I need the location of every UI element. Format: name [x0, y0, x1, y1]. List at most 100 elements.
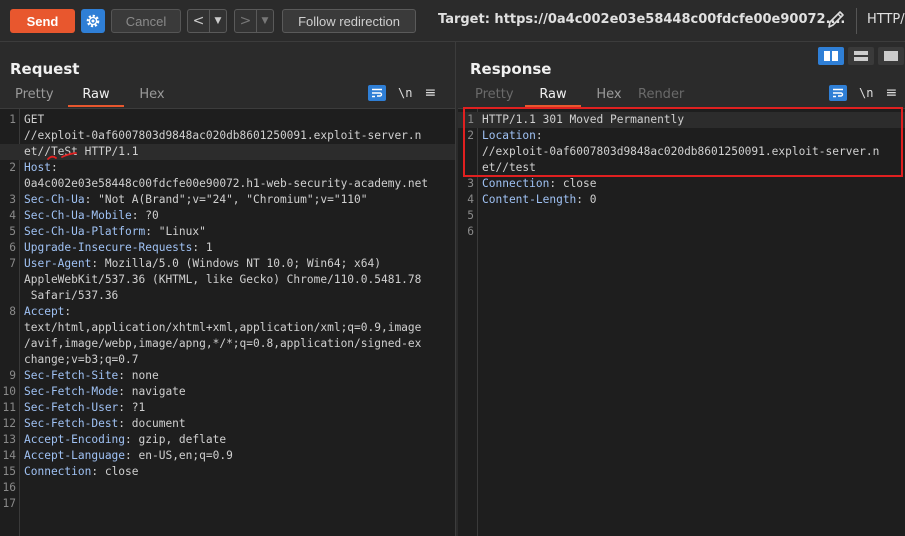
response-tabs: Pretty Raw Hex Render [475, 87, 684, 107]
header-name: Content-Length [482, 193, 577, 206]
request-tab-hex[interactable]: Hex [139, 87, 165, 107]
target-url: Target: https://0a4c002e03e58448c00fdcfe… [438, 12, 846, 27]
request-line: //exploit-0af6007803d9848ac020db86012500… [0, 128, 455, 144]
request-line: 0a4c002e03e58448c00fdcfe00e90072.h1-web-… [0, 176, 455, 192]
line-text: Sec-Ch-Ua: "Not A(Brand";v="24", "Chromi… [24, 192, 368, 208]
response-newline-toggle[interactable]: \n [859, 86, 873, 100]
word-wrap-icon [372, 88, 383, 98]
header-name: Sec-Ch-Ua-Platform [24, 225, 146, 238]
line-text: Accept: [24, 304, 71, 320]
cancel-button[interactable]: Cancel [111, 9, 181, 33]
header-value: : close [549, 177, 597, 190]
request-line: 8 Accept: [0, 304, 455, 320]
header-value: : en-US,en;q=0.9 [125, 449, 233, 462]
line-number: 8 [9, 305, 16, 318]
request-line: /avif,image/webp,image/apng,*/*;q=0.8,ap… [0, 336, 455, 352]
line-text: Sec-Ch-Ua-Platform: "Linux" [24, 224, 206, 240]
line-number: 7 [9, 257, 16, 270]
header-value: : navigate [118, 385, 186, 398]
line-text: Accept-Language: en-US,en;q=0.9 [24, 448, 233, 464]
line-number: 3 [9, 193, 16, 206]
line-number: 10 [2, 385, 16, 398]
request-line: 12 Sec-Fetch-Dest: document [0, 416, 455, 432]
request-line: 4 Sec-Ch-Ua-Mobile: ?0 [0, 208, 455, 224]
gear-icon [86, 14, 100, 28]
annotation-underline [47, 152, 77, 160]
request-newline-toggle[interactable]: \n [398, 86, 412, 100]
request-line: 2 Host: [0, 160, 455, 176]
header-name: Sec-Fetch-User [24, 401, 119, 414]
header-name: Connection [24, 465, 92, 478]
header-value: : "Linux" [145, 225, 206, 238]
settings-button[interactable] [81, 9, 105, 33]
response-line: 5 [458, 208, 905, 224]
response-tab-raw[interactable]: Raw [525, 87, 581, 107]
line-text: Sec-Fetch-Site: none [24, 368, 159, 384]
line-number: 5 [9, 225, 16, 238]
line-number: 4 [9, 209, 16, 222]
line-text: Upgrade-Insecure-Requests: 1 [24, 240, 213, 256]
line-text: text/html,application/xhtml+xml,applicat… [24, 320, 421, 336]
word-wrap-icon [833, 88, 844, 98]
line-number: 5 [467, 209, 474, 222]
line-text: Host: [24, 160, 58, 176]
line-number: 6 [467, 225, 474, 238]
line-number: 16 [2, 481, 16, 494]
request-line: 9 Sec-Fetch-Site: none [0, 368, 455, 384]
request-title: Request [10, 60, 80, 78]
request-menu-icon[interactable]: ≡ [424, 85, 436, 101]
line-text: Connection: close [482, 176, 597, 192]
line-text: 0a4c002e03e58448c00fdcfe00e90072.h1-web-… [24, 176, 428, 192]
follow-redirection-button[interactable]: Follow redirection [282, 9, 416, 33]
send-button[interactable]: Send [10, 9, 75, 33]
line-number: 12 [2, 417, 16, 430]
request-tab-pretty[interactable]: Pretty [15, 87, 54, 107]
header-name: Accept-Language [24, 449, 126, 462]
back-nav-group: < ▼ [187, 9, 227, 33]
header-name: Sec-Fetch-Dest [24, 417, 119, 430]
request-line: AppleWebKit/537.36 (KHTML, like Gecko) C… [0, 272, 455, 288]
request-line: 13 Accept-Encoding: gzip, deflate [0, 432, 455, 448]
request-tab-raw[interactable]: Raw [68, 87, 124, 107]
response-tab-render[interactable]: Render [638, 87, 684, 107]
line-text: //exploit-0af6007803d9848ac020db86012500… [24, 128, 421, 144]
request-wrap-toggle[interactable] [368, 85, 386, 101]
header-value: : [64, 305, 72, 318]
toolbar-divider [856, 8, 857, 34]
line-text: Accept-Encoding: gzip, deflate [24, 432, 226, 448]
response-menu-icon[interactable]: ≡ [885, 85, 897, 101]
header-name: Sec-Fetch-Site [24, 369, 119, 382]
request-line: 7 User-Agent: Mozilla/5.0 (Windows NT 10.… [0, 256, 455, 272]
forward-history-dropdown[interactable]: ▼ [257, 10, 273, 32]
header-name: Accept [24, 305, 65, 318]
request-line: 17 [0, 496, 455, 512]
request-line: 16 [0, 480, 455, 496]
line-number: 14 [2, 449, 16, 462]
header-value: : 0 [576, 193, 597, 206]
request-line: 6 Upgrade-Insecure-Requests: 1 [0, 240, 455, 256]
header-value: //exploit-0af6007803d9848ac020db86012500… [24, 129, 422, 142]
response-wrap-toggle[interactable] [829, 85, 847, 101]
edit-target-icon[interactable] [826, 9, 846, 31]
request-tools: \n ≡ [368, 85, 436, 101]
line-number: 1 [9, 113, 16, 126]
forward-button[interactable]: > [235, 10, 257, 32]
line-number: 9 [9, 369, 16, 382]
line-number: 4 [467, 193, 474, 206]
request-editor[interactable]: 1 GET //exploit-0af6007803d9848ac020db8601… [0, 109, 455, 536]
response-tab-pretty[interactable]: Pretty [475, 87, 514, 107]
http-version-label[interactable]: HTTP/ [867, 12, 905, 27]
line-number: 17 [2, 497, 16, 510]
toolbar: Send Cancel < ▼ > ▼ Follow redirection T… [0, 0, 905, 42]
header-value: : gzip, deflate [125, 433, 227, 446]
line-text: change;v=b3;q=0.7 [24, 352, 139, 368]
forward-nav-group: > ▼ [234, 9, 274, 33]
header-value: AppleWebKit/537.36 (KHTML, like Gecko) C… [24, 273, 422, 286]
header-name: Connection [482, 177, 550, 190]
back-history-dropdown[interactable]: ▼ [210, 10, 226, 32]
header-value: : Mozilla/5.0 (Windows NT 10.0; Win64; x… [91, 257, 381, 270]
response-tab-hex[interactable]: Hex [596, 87, 622, 107]
back-button[interactable]: < [188, 10, 210, 32]
header-name: Sec-Ch-Ua-Mobile [24, 209, 132, 222]
line-number: 15 [2, 465, 16, 478]
